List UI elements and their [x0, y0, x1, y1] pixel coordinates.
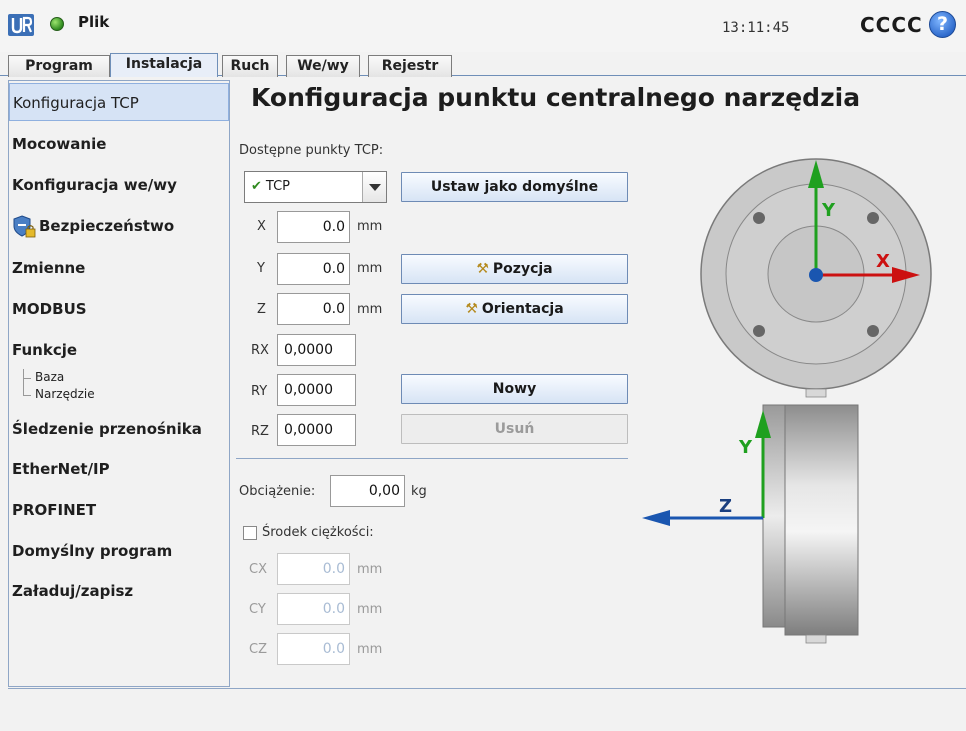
set-default-button[interactable]: Ustaw jako domyślne [401, 172, 628, 202]
orientation-button-label: Orientacja [481, 301, 564, 317]
sidebar-item-load-save[interactable]: Załaduj/zapisz [9, 572, 229, 610]
front-x-axis-label: X [876, 251, 890, 272]
cog-cz-input[interactable]: 0.0 [277, 633, 350, 665]
cog-cz-unit: mm [357, 642, 383, 657]
tcp-ry-input[interactable]: 0,0000 [277, 374, 356, 406]
tab-move[interactable]: Ruch [222, 55, 278, 77]
available-tcp-label: Dostępne punkty TCP: [239, 143, 384, 158]
tcp-y-input[interactable]: 0.0 [277, 253, 350, 285]
flange-front-view [700, 158, 932, 398]
sidebar-item-modbus[interactable]: MODBUS [9, 290, 229, 328]
robot-status-icon [50, 17, 64, 31]
payload-label: Obciążenie: [239, 484, 316, 499]
wand-icon: ⚒ [465, 301, 478, 317]
robot-name: CCCC [860, 13, 923, 37]
sidebar-item-safety[interactable]: Bezpieczeństwo [9, 207, 229, 245]
tcp-x-input[interactable]: 0.0 [277, 211, 350, 243]
tcp-z-input[interactable]: 0.0 [277, 293, 350, 325]
tcp-x-unit: mm [357, 219, 383, 234]
tcp-rx-input[interactable]: 0,0000 [277, 334, 356, 366]
front-y-axis-label: Y [822, 200, 836, 221]
tcp-rz-input[interactable]: 0,0000 [277, 414, 356, 446]
cog-cx-input[interactable]: 0.0 [277, 553, 350, 585]
footer-divider [8, 688, 966, 689]
safety-shield-lock-icon [13, 215, 36, 238]
tcp-z-unit: mm [357, 302, 383, 317]
sidebar-item-default-program[interactable]: Domyślny program [9, 532, 229, 570]
tab-installation[interactable]: Instalacja [110, 53, 218, 77]
rz-label: RZ [251, 424, 269, 439]
orientation-button[interactable]: ⚒ Orientacja [401, 294, 628, 324]
new-tcp-button[interactable]: Nowy [401, 374, 628, 404]
file-menu[interactable]: Plik [78, 13, 109, 31]
sidebar-item-safety-label: Bezpieczeństwo [39, 217, 175, 235]
side-z-axis-label: Z [719, 496, 733, 517]
payload-input[interactable]: 0,00 [330, 475, 405, 507]
sidebar-item-io-setup[interactable]: Konfiguracja we/wy [9, 166, 229, 204]
payload-unit: kg [411, 484, 427, 499]
main-tabs: Program Instalacja Ruch We/wy Rejestr [0, 52, 966, 77]
ry-label: RY [251, 384, 268, 399]
sidebar-subitem-tool[interactable]: Narzędzie [17, 387, 95, 401]
tcp-select-text: TCP [265, 179, 291, 194]
clock: 13:11:45 [722, 20, 790, 36]
cy-label: CY [249, 602, 266, 617]
center-of-gravity-label: Środek ciężkości: [262, 525, 374, 540]
sidebar-item-mounting[interactable]: Mocowanie [9, 125, 229, 163]
checkmark-icon: ✔ [251, 179, 262, 194]
wand-icon: ⚒ [476, 261, 489, 277]
position-button-label: Pozycja [492, 261, 553, 277]
position-button[interactable]: ⚒ Pozycja [401, 254, 628, 284]
tcp-select[interactable]: ✔ TCP [244, 171, 387, 203]
z-label: Z [257, 302, 266, 317]
tcp-select-value: ✔ TCP [251, 172, 290, 202]
sidebar-subitem-base[interactable]: Baza [17, 370, 64, 384]
y-label: Y [257, 261, 265, 276]
delete-tcp-button[interactable]: Usuń [401, 414, 628, 444]
tab-io[interactable]: We/wy [286, 55, 360, 77]
tab-program[interactable]: Program [8, 55, 110, 77]
page-title: Konfiguracja punktu centralnego narzędzi… [251, 83, 861, 112]
top-bar: Plik 13:11:45 CCCC ? [0, 0, 966, 52]
cog-cx-unit: mm [357, 562, 383, 577]
x-label: X [257, 219, 266, 234]
tab-log[interactable]: Rejestr [368, 55, 452, 77]
tcp-y-unit: mm [357, 261, 383, 276]
chevron-down-icon[interactable] [362, 172, 386, 202]
section-divider [236, 458, 628, 459]
sidebar-item-tcp-config[interactable]: Konfiguracja TCP [9, 83, 229, 121]
cx-label: CX [249, 562, 267, 577]
side-y-axis-label: Y [739, 437, 753, 458]
cog-cy-input[interactable]: 0.0 [277, 593, 350, 625]
sidebar-item-features[interactable]: Funkcje [9, 331, 229, 369]
sidebar-item-conveyor-tracking[interactable]: Śledzenie przenośnika [9, 410, 229, 448]
installation-sidebar: Konfiguracja TCP Mocowanie Konfiguracja … [8, 80, 230, 687]
tool-flange-illustration [642, 158, 932, 644]
rx-label: RX [251, 343, 269, 358]
ur-logo-icon [8, 14, 34, 36]
cz-label: CZ [249, 642, 267, 657]
help-button[interactable]: ? [929, 11, 956, 38]
cog-cy-unit: mm [357, 602, 383, 617]
center-of-gravity-checkbox[interactable] [243, 526, 257, 540]
sidebar-item-variables[interactable]: Zmienne [9, 249, 229, 287]
sidebar-item-ethernet-ip[interactable]: EtherNet/IP [9, 450, 229, 488]
sidebar-item-profinet[interactable]: PROFINET [9, 491, 229, 529]
